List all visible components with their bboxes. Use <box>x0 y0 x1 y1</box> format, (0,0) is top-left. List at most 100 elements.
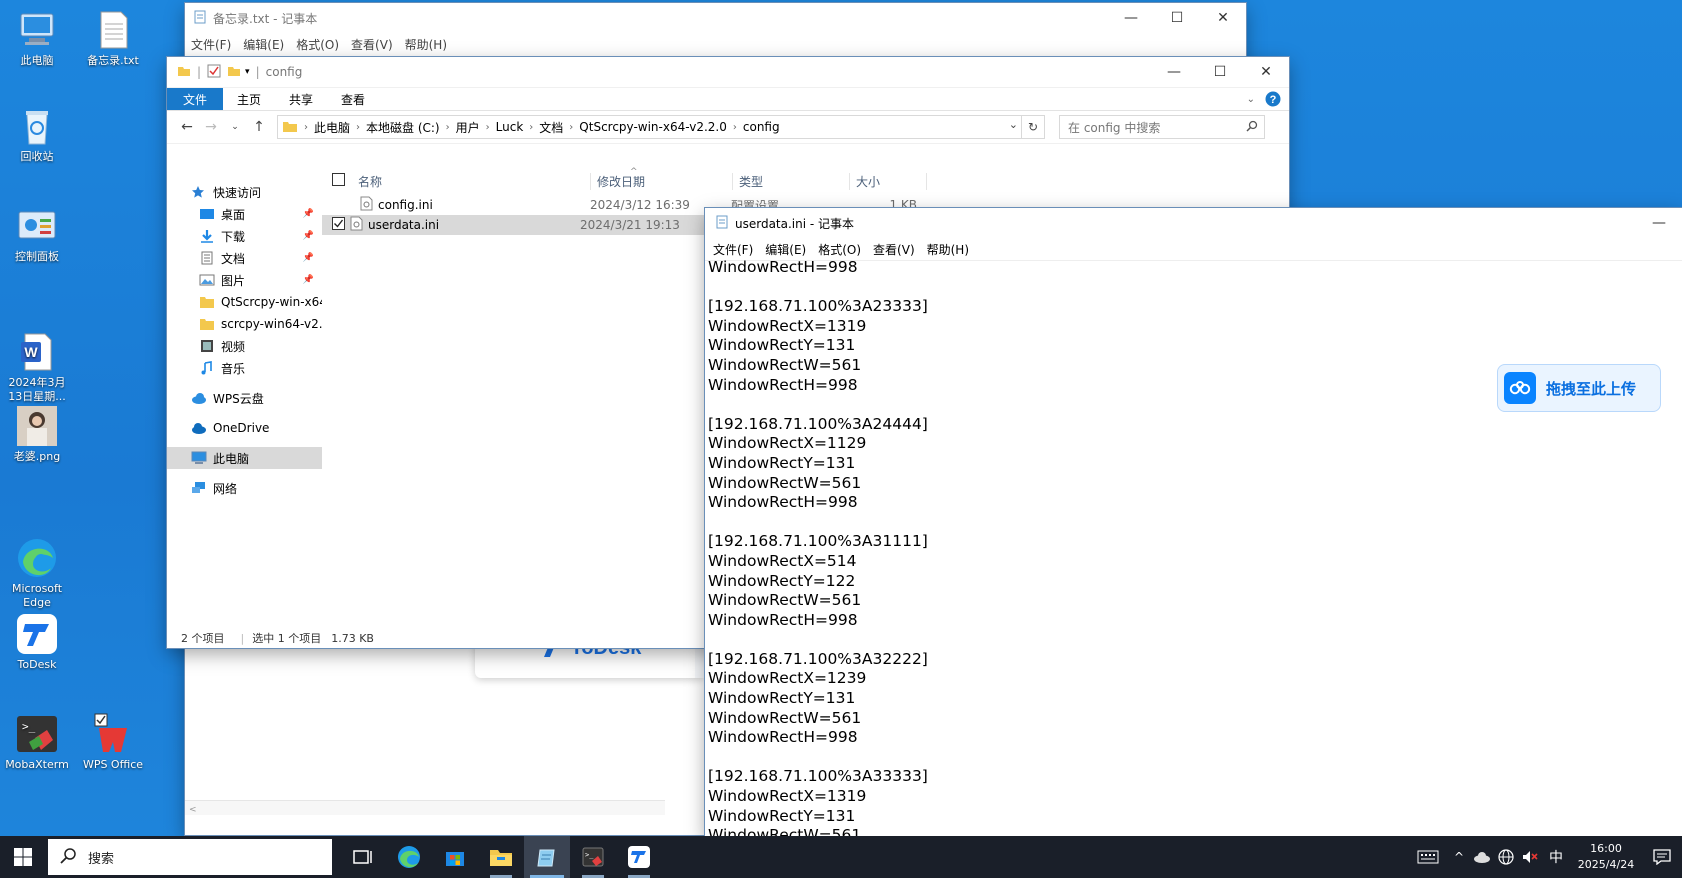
menu-edit[interactable]: 编辑(E) <box>237 36 290 53</box>
nav-scrcpy-folder[interactable]: scrcpy-win64-v2.4 <box>167 313 322 335</box>
pin-icon[interactable]: 📌 <box>303 253 314 263</box>
desktop-icon-edge[interactable]: Microsoft Edge <box>0 508 74 624</box>
search-box[interactable]: 在 config 中搜索 <box>1059 115 1265 139</box>
desktop-icon-todesk[interactable]: ToDesk <box>0 612 74 672</box>
nav-qtscrcpy-folder[interactable]: QtScrcpy-win-x64 <box>167 291 322 313</box>
nav-desktop[interactable]: 桌面 📌 <box>167 203 322 225</box>
desktop-icon-control-panel[interactable]: 控制面板 <box>0 204 74 264</box>
userdata-notepad-window[interactable]: userdata.ini - 记事本 — 文件(F) 编辑(E) 格式(O) 查… <box>705 208 1682 836</box>
maximize-button[interactable]: ☐ <box>1197 57 1243 87</box>
expand-ribbon-icon[interactable]: ⌄ <box>1247 88 1255 110</box>
upload-dropzone[interactable]: 拖拽至此上传 <box>1497 364 1661 412</box>
menu-format[interactable]: 格式(O) <box>812 241 867 258</box>
nav-this-pc[interactable]: 此电脑 <box>167 447 322 469</box>
close-button[interactable]: ✕ <box>1200 3 1246 33</box>
notepad-titlebar[interactable]: userdata.ini - 记事本 — <box>705 208 1682 238</box>
microsoft-store-icon[interactable] <box>432 836 478 878</box>
volume-muted-icon[interactable] <box>1518 836 1542 878</box>
memo-titlebar[interactable]: 备忘录.txt - 记事本 — ☐ ✕ <box>185 3 1246 33</box>
tab-view[interactable]: 查看 <box>327 88 379 110</box>
todesk-taskbar-icon[interactable] <box>616 836 662 878</box>
task-view-icon[interactable] <box>340 836 386 878</box>
nav-downloads[interactable]: 下载 📌 <box>167 225 322 247</box>
new-folder-icon[interactable] <box>227 64 241 81</box>
notepad-text-area[interactable]: WindowRectH=998 [192.168.71.100%3A23333]… <box>705 258 1682 836</box>
pin-icon[interactable]: 📌 <box>303 231 314 241</box>
file-explorer-icon[interactable] <box>478 836 524 878</box>
horizontal-scrollbar[interactable]: < <box>185 800 665 815</box>
mobaxterm-taskbar-icon[interactable]: >_ <box>570 836 616 878</box>
nav-onedrive[interactable]: OneDrive <box>167 417 322 439</box>
minimize-button[interactable]: — <box>1151 57 1197 87</box>
explorer-titlebar[interactable]: | ▾ | config — ☐ ✕ <box>167 57 1289 88</box>
nav-pictures[interactable]: 图片 📌 <box>167 269 322 291</box>
row-checkbox-checked[interactable] <box>332 217 350 233</box>
breadcrumb-qtscrcpy[interactable]: QtScrcpy-win-x64-v2.2.0 <box>573 120 733 134</box>
desktop-icon-image-png[interactable]: 老婆.png <box>0 404 74 464</box>
desktop-icon-memo-txt[interactable]: 备忘录.txt <box>76 8 150 68</box>
show-hidden-icons-chevron-icon[interactable]: ^ <box>1448 836 1470 878</box>
refresh-icon[interactable]: ↻ <box>1021 116 1044 138</box>
tab-share[interactable]: 共享 <box>275 88 327 110</box>
column-date[interactable]: 修改日期 <box>590 172 732 190</box>
back-icon[interactable]: ← <box>175 119 199 135</box>
select-all-checkbox[interactable] <box>332 173 350 189</box>
menu-view[interactable]: 查看(V) <box>867 241 921 258</box>
column-type[interactable]: 类型 <box>732 172 849 190</box>
column-name[interactable]: 名称 <box>350 173 590 190</box>
help-icon[interactable]: ? <box>1265 88 1281 110</box>
nav-wps-cloud[interactable]: WPS云盘 <box>167 387 322 409</box>
breadcrumb-luck[interactable]: Luck <box>490 120 530 134</box>
menu-edit[interactable]: 编辑(E) <box>759 241 812 258</box>
taskbar-search-box[interactable]: 搜索 <box>48 839 332 875</box>
nav-music[interactable]: 音乐 <box>167 357 322 379</box>
breadcrumb-users[interactable]: 用户 <box>450 119 486 136</box>
pin-icon[interactable]: 📌 <box>303 275 314 285</box>
search-input[interactable]: 在 config 中搜索 <box>1068 119 1246 136</box>
nav-documents[interactable]: 文档 📌 <box>167 247 322 269</box>
minimize-button[interactable]: — <box>1636 208 1682 238</box>
breadcrumb-config[interactable]: config <box>737 120 786 134</box>
nav-quick-access[interactable]: 快速访问 <box>167 181 322 203</box>
ime-indicator[interactable]: 中 <box>1542 836 1570 878</box>
recent-dropdown-icon[interactable]: ⌄ <box>223 122 247 132</box>
breadcrumb-documents[interactable]: 文档 <box>533 119 569 136</box>
notepad-taskbar-icon[interactable] <box>524 836 570 878</box>
desktop-icon-mobaxterm[interactable]: >_ MobaXterm <box>0 712 74 772</box>
nav-videos[interactable]: 视频 <box>167 335 322 357</box>
minimize-button[interactable]: — <box>1108 3 1154 33</box>
menu-help[interactable]: 帮助(H) <box>921 241 975 258</box>
notification-center-icon[interactable] <box>1642 836 1682 878</box>
network-globe-icon[interactable] <box>1494 836 1518 878</box>
onedrive-tray-icon[interactable] <box>1470 836 1494 878</box>
address-dropdown-icon[interactable]: ⌄ <box>1009 118 1018 131</box>
nav-network[interactable]: 网络 <box>167 477 322 499</box>
maximize-button[interactable]: ☐ <box>1154 3 1200 33</box>
breadcrumb-this-pc[interactable]: 此电脑 <box>308 119 356 136</box>
menu-file[interactable]: 文件(F) <box>705 241 759 258</box>
keyboard-layout-icon[interactable] <box>1408 836 1448 878</box>
close-button[interactable]: ✕ <box>1243 57 1289 87</box>
pin-icon[interactable]: 📌 <box>303 209 314 219</box>
menu-help[interactable]: 帮助(H) <box>399 36 453 53</box>
properties-icon[interactable] <box>207 64 221 81</box>
menu-format[interactable]: 格式(O) <box>290 36 345 53</box>
forward-icon[interactable]: → <box>199 119 223 135</box>
desktop-icon-word-doc[interactable]: W 2024年3月 13日星期... <box>0 302 74 418</box>
desktop-icon-wps-office[interactable]: WPS Office <box>76 712 150 772</box>
up-icon[interactable]: ↑ <box>247 119 271 135</box>
start-button[interactable] <box>0 836 46 878</box>
desktop-icon-this-pc[interactable]: 此电脑 <box>0 8 74 68</box>
breadcrumb-local-disk[interactable]: 本地磁盘 (C:) <box>360 119 446 136</box>
clock[interactable]: 16:00 2025/4/24 <box>1570 841 1642 873</box>
tab-home[interactable]: 主页 <box>223 88 275 110</box>
desktop-icon-recycle-bin[interactable]: 回收站 <box>0 104 74 164</box>
menu-file[interactable]: 文件(F) <box>185 36 237 53</box>
column-size[interactable]: 大小 <box>849 172 927 190</box>
address-bar[interactable]: › 此电脑 › 本地磁盘 (C:) › 用户 › Luck › 文档 › QtScrcpy… <box>277 115 1045 139</box>
tab-file[interactable]: 文件 <box>167 88 224 110</box>
taskbar-edge-icon[interactable] <box>386 836 432 878</box>
qat-dropdown-icon[interactable]: ▾ <box>245 67 250 77</box>
taskbar-search-input[interactable]: 搜索 <box>88 848 114 867</box>
menu-view[interactable]: 查看(V) <box>345 36 399 53</box>
